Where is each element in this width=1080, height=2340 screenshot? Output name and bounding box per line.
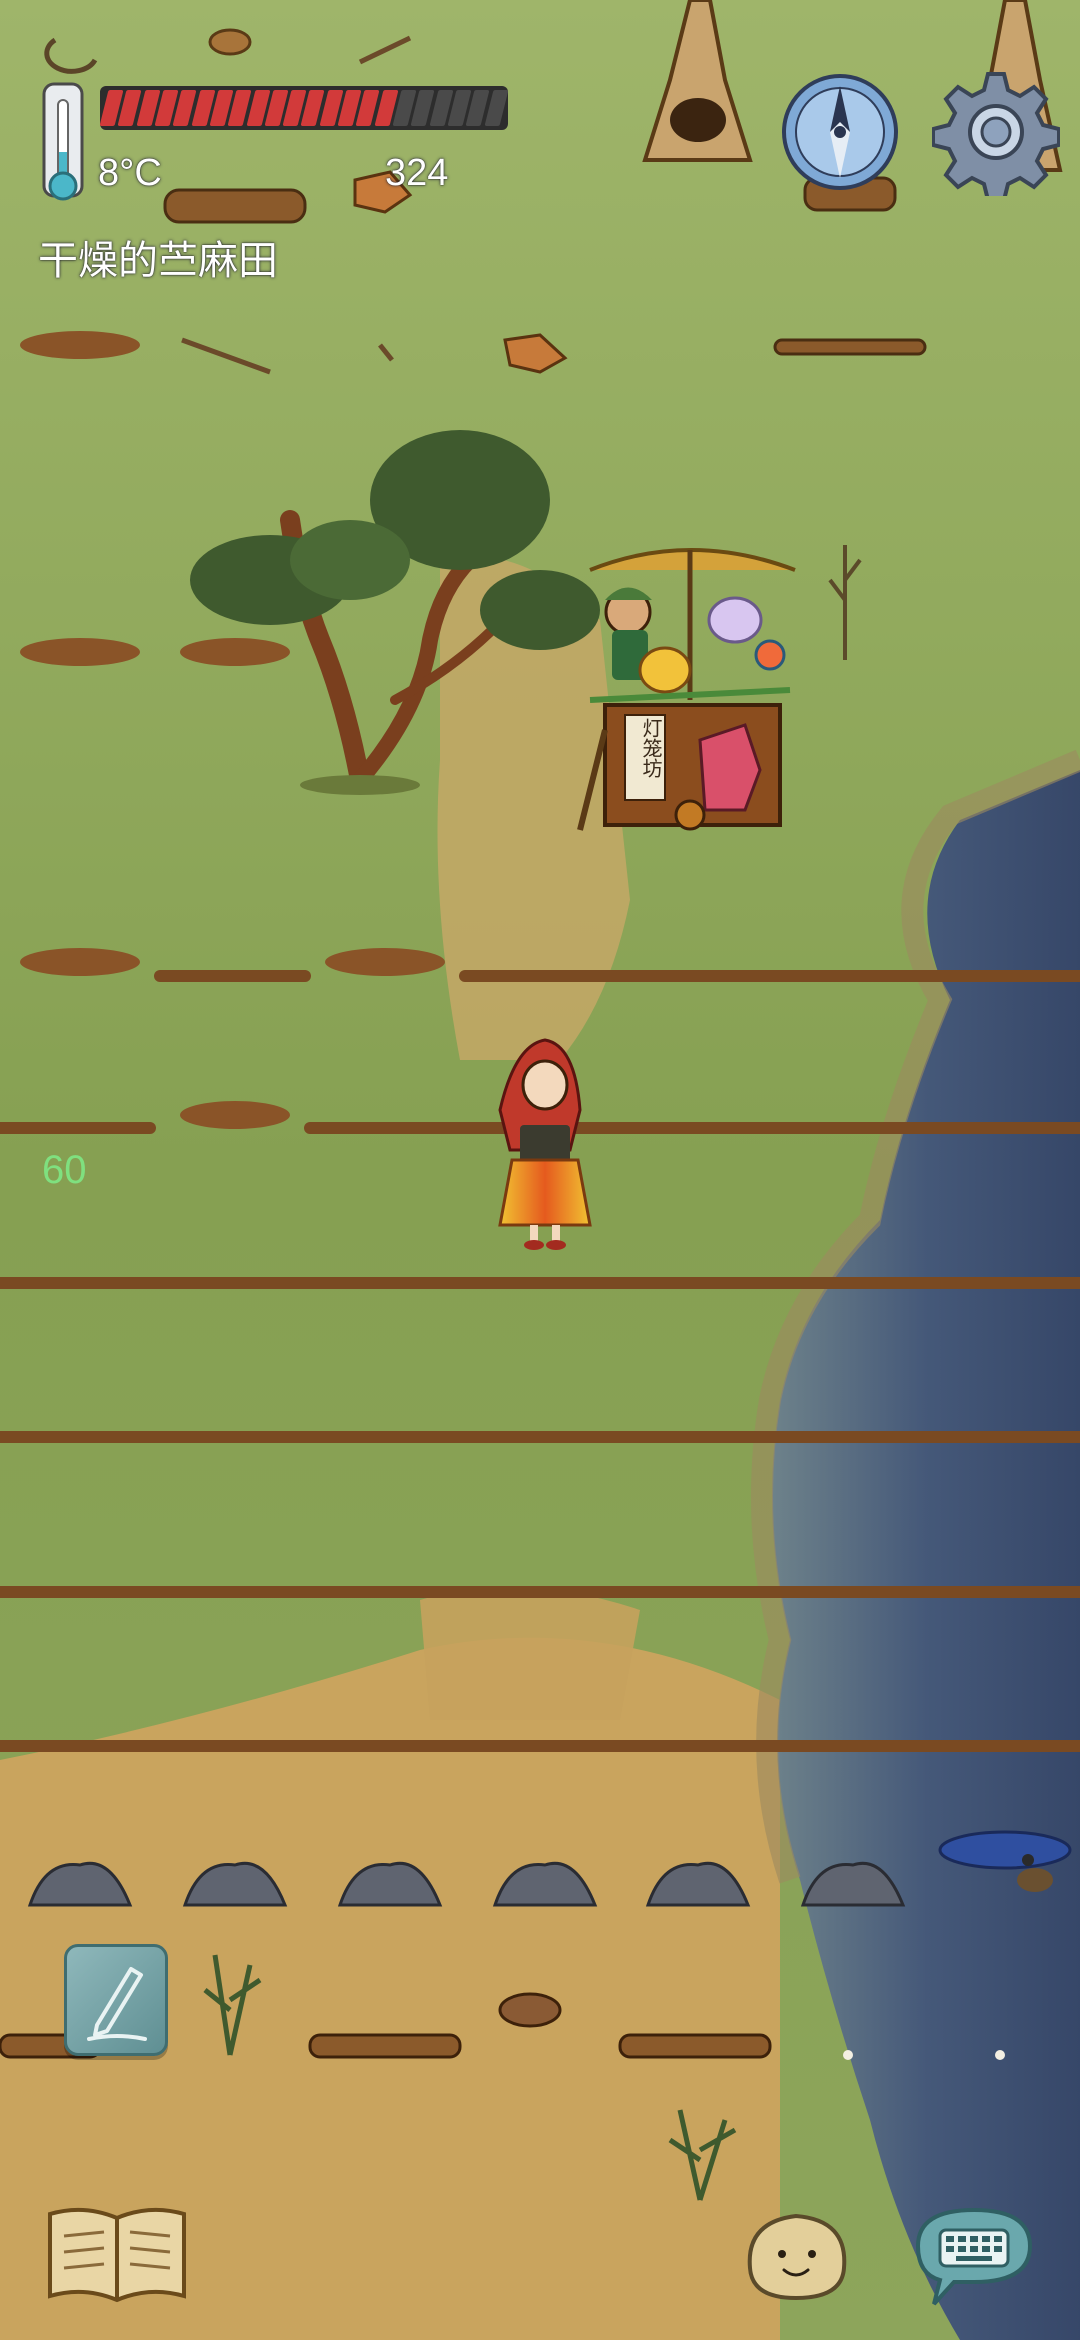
keyboard-chat-icon — [915, 2207, 1033, 2306]
thermometer-icon — [38, 82, 88, 212]
dirt-patch-mid — [420, 1587, 640, 1720]
compass-icon[interactable] — [780, 72, 900, 192]
seed-dot — [995, 2050, 1005, 2060]
health-segments — [99, 90, 509, 126]
potato-face-icon — [747, 2213, 847, 2301]
gear-icon[interactable] — [931, 68, 1061, 202]
keyboard-chat-button[interactable] — [910, 2202, 1038, 2312]
fps-counter: 60 — [42, 1148, 87, 1192]
pencil-note-icon — [87, 1967, 147, 2041]
stall-sign: 灯笼坊 — [628, 718, 664, 778]
health-bar — [99, 86, 509, 130]
temperature-text: 8°C — [98, 152, 162, 194]
journal-button[interactable] — [44, 2200, 190, 2304]
note-button[interactable] — [64, 1944, 168, 2056]
location-name: 干燥的苎麻田 — [38, 238, 278, 284]
emote-button[interactable] — [738, 2208, 854, 2304]
score-counter: 324 — [385, 152, 449, 194]
wild-rabbit — [498, 1992, 562, 2028]
stall-sign-text: 灯笼坊 — [639, 718, 663, 778]
open-book-icon — [48, 2207, 186, 2303]
basket — [208, 28, 252, 56]
seed-dot — [843, 2050, 853, 2060]
